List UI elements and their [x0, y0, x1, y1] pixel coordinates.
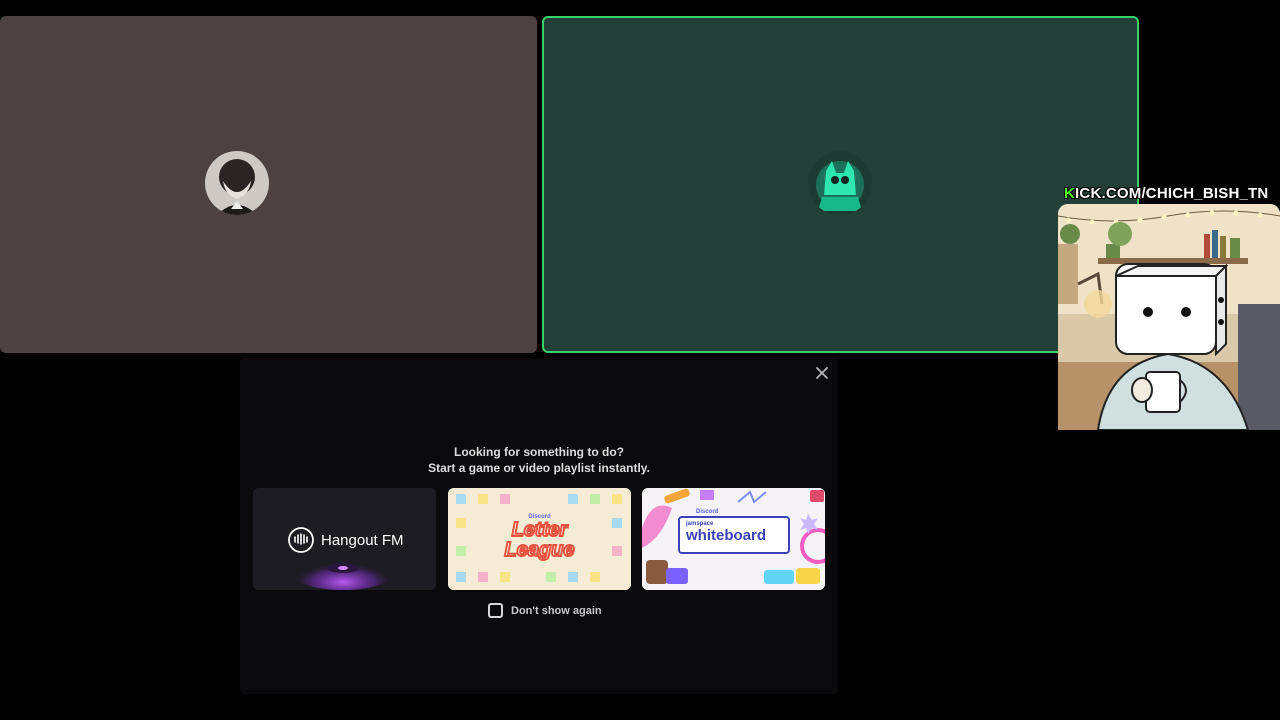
dont-show-again-label: Don't show again — [511, 604, 602, 617]
activity-card-letter-league[interactable]: Discord Letter League — [448, 488, 631, 590]
heading-line-1: Looking for something to do? — [454, 445, 624, 459]
discord-brand-label: Discord — [696, 509, 719, 515]
panel-heading: Looking for something to do? Start a gam… — [240, 444, 838, 476]
streamer-webcam-overlay — [1058, 204, 1280, 430]
letter-league-logo-line-2: League — [503, 539, 575, 561]
participant-tile[interactable] — [0, 16, 537, 353]
dont-show-again-option[interactable]: Don't show again — [488, 603, 602, 618]
participant-tile-speaking[interactable] — [542, 16, 1139, 353]
activity-panel: Looking for something to do? Start a gam… — [240, 358, 838, 694]
kick-channel-label: KICK.COM/CHICH_BISH_TN — [1064, 185, 1268, 202]
kick-url-rest: ICK.COM/CHICH_BISH_TN — [1075, 185, 1269, 202]
participant-avatar[interactable] — [807, 151, 872, 215]
kick-logo-k: K — [1064, 185, 1076, 202]
heading-line-2: Start a game or video playlist instantly… — [428, 461, 650, 475]
activity-card-hangout-fm[interactable]: Hangout FM — [253, 488, 436, 590]
activity-card-whiteboard[interactable]: Discord jamspace whiteboard — [642, 488, 825, 590]
close-button[interactable] — [813, 364, 831, 382]
letter-league-logo-line-1: Letter — [511, 519, 569, 541]
whiteboard-title: whiteboard — [686, 527, 767, 544]
participant-avatar[interactable] — [204, 151, 269, 215]
call-stage: Looking for something to do? Start a gam… — [0, 0, 1280, 720]
dont-show-again-checkbox[interactable] — [488, 603, 503, 618]
hangout-fm-title: Hangout FM — [321, 531, 404, 549]
hangout-fm-logo-icon — [288, 527, 314, 553]
close-icon — [816, 367, 828, 379]
